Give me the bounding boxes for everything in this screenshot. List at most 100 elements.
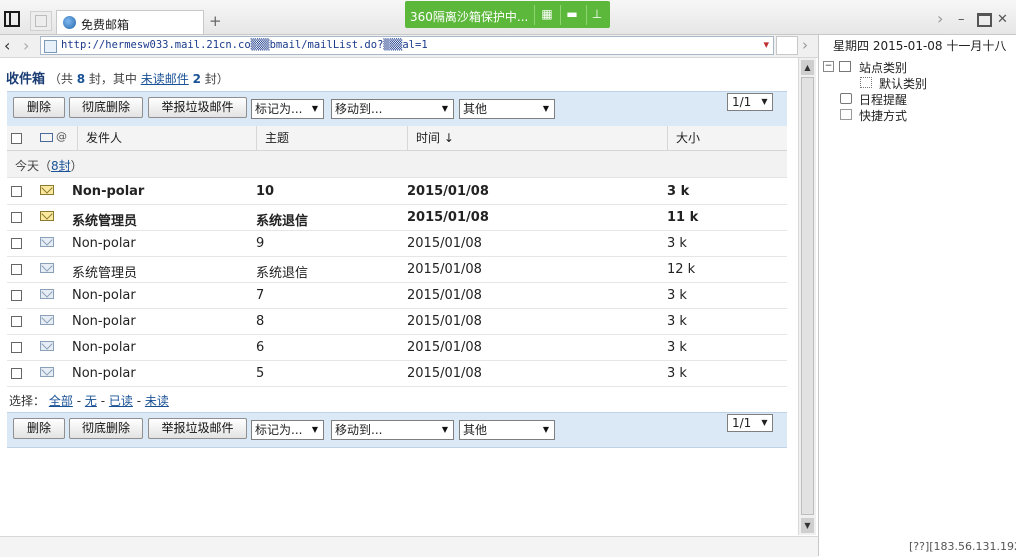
- browser-tab-active[interactable]: 免费邮箱: [56, 10, 204, 34]
- select-none-link[interactable]: 无: [85, 394, 97, 408]
- row-checkbox[interactable]: [11, 264, 22, 275]
- row-sender[interactable]: Non-polar: [72, 288, 136, 303]
- select-all-checkbox[interactable]: [11, 133, 22, 144]
- separator: -: [100, 394, 106, 408]
- row-subject[interactable]: 5: [256, 366, 264, 381]
- row-subject[interactable]: 9: [256, 236, 264, 251]
- close-button[interactable]: ✕: [997, 12, 1008, 27]
- back-arrow-icon[interactable]: ‹: [4, 36, 10, 55]
- address-extra-box[interactable]: [776, 36, 798, 55]
- column-time[interactable]: 时间 ↓: [407, 126, 454, 150]
- move-to-select[interactable]: 移动到... ▼: [331, 99, 454, 119]
- column-size[interactable]: 大小: [667, 126, 700, 150]
- row-sender[interactable]: Non-polar: [72, 314, 136, 329]
- tree-item-default-category[interactable]: 默认类别: [879, 75, 927, 92]
- restore-button[interactable]: [977, 13, 992, 27]
- row-size: 3 k: [667, 366, 687, 381]
- column-sender[interactable]: 发件人: [77, 126, 122, 150]
- chevron-right-icon[interactable]: ›: [937, 9, 943, 28]
- sidebar-toggle-icon[interactable]: [4, 11, 20, 27]
- scroll-thumb[interactable]: [801, 77, 814, 515]
- table-row[interactable]: 系统管理员 系统退信 2015/01/08 11 k: [7, 204, 787, 231]
- sandbox-manage-icon[interactable]: ▦: [539, 6, 555, 22]
- chevron-down-icon[interactable]: ▾: [763, 38, 769, 51]
- category-icon: [860, 77, 872, 88]
- calendar-icon: [840, 93, 852, 104]
- url-input[interactable]: http://hermesw033.mail.21cn.co▒▒▒bmail/m…: [40, 36, 774, 55]
- select-unread-link[interactable]: 未读: [145, 394, 169, 408]
- separator: -: [136, 394, 142, 408]
- row-subject[interactable]: 6: [256, 340, 264, 355]
- page-icon: [44, 40, 57, 53]
- tree-collapse-icon[interactable]: −: [823, 61, 834, 72]
- go-arrow-icon[interactable]: ›: [802, 36, 808, 54]
- report-spam-button[interactable]: 举报垃圾邮件: [148, 418, 247, 439]
- table-row[interactable]: 系统管理员 系统退信 2015/01/08 12 k: [7, 256, 787, 283]
- tree-item-site-category[interactable]: 站点类别: [859, 59, 907, 76]
- other-select[interactable]: 其他 ▼: [459, 420, 555, 440]
- right-sidebar: 星期四 2015-01-08 十一月十八 − 站点类别 默认类别 日程提醒 快捷…: [818, 35, 1016, 556]
- blank-tab[interactable]: [30, 11, 52, 31]
- table-row[interactable]: Non-polar 10 2015/01/08 3 k: [7, 178, 787, 205]
- sandbox-indicator: 360隔离沙箱保护中... ▦ ▬ ⊥: [405, 1, 610, 28]
- scroll-up-icon[interactable]: ▲: [801, 60, 814, 75]
- row-sender[interactable]: Non-polar: [72, 340, 136, 355]
- table-row[interactable]: Non-polar 7 2015/01/08 3 k: [7, 282, 787, 309]
- move-to-select[interactable]: 移动到... ▼: [331, 420, 454, 440]
- row-checkbox[interactable]: [11, 212, 22, 223]
- table-row[interactable]: Non-polar 8 2015/01/08 3 k: [7, 308, 787, 335]
- pin-icon[interactable]: ⊥: [589, 6, 605, 22]
- new-tab-button[interactable]: +: [209, 12, 222, 30]
- row-sender[interactable]: Non-polar: [72, 366, 136, 381]
- ip-address-status: [??][183.56.131.192]: [909, 540, 1016, 553]
- row-time: 2015/01/08: [407, 184, 489, 199]
- select-read-link[interactable]: 已读: [109, 394, 133, 408]
- select-all-link[interactable]: 全部: [49, 394, 73, 408]
- folder-icon[interactable]: ▬: [564, 6, 580, 22]
- row-subject[interactable]: 7: [256, 288, 264, 303]
- other-value: 其他: [463, 423, 488, 437]
- mark-as-select[interactable]: 标记为... ▼: [251, 420, 324, 440]
- url-text[interactable]: http://hermesw033.mail.21cn.co▒▒▒bmail/m…: [61, 39, 428, 51]
- row-subject[interactable]: 10: [256, 184, 274, 199]
- row-sender[interactable]: 系统管理员: [72, 210, 137, 229]
- delete-button[interactable]: 删除: [13, 97, 65, 118]
- dropdown-arrow-icon: ▼: [311, 425, 319, 434]
- group-count-link[interactable]: 8封: [51, 159, 71, 173]
- envelope-icon: [40, 263, 54, 273]
- row-checkbox[interactable]: [11, 368, 22, 379]
- table-row[interactable]: Non-polar 5 2015/01/08 3 k: [7, 360, 787, 387]
- row-checkbox[interactable]: [11, 342, 22, 353]
- tree-item-schedule[interactable]: 日程提醒: [859, 91, 907, 108]
- row-checkbox[interactable]: [11, 186, 22, 197]
- report-spam-button[interactable]: 举报垃圾邮件: [148, 97, 247, 118]
- row-subject[interactable]: 8: [256, 314, 264, 329]
- scroll-down-icon[interactable]: ▼: [801, 518, 814, 533]
- pager-select-top[interactable]: 1/1 ▼: [727, 93, 773, 111]
- delete-button[interactable]: 删除: [13, 418, 65, 439]
- row-sender[interactable]: Non-polar: [72, 236, 136, 251]
- other-select[interactable]: 其他 ▼: [459, 99, 555, 119]
- row-subject[interactable]: 系统退信: [256, 210, 308, 229]
- status-bar: [0, 536, 818, 557]
- row-subject[interactable]: 系统退信: [256, 262, 308, 281]
- unread-mail-link[interactable]: 未读邮件: [141, 72, 189, 86]
- tree-item-shortcuts[interactable]: 快捷方式: [859, 107, 907, 124]
- row-checkbox[interactable]: [11, 290, 22, 301]
- purge-button[interactable]: 彻底删除: [69, 97, 143, 118]
- row-checkbox[interactable]: [11, 238, 22, 249]
- column-subject[interactable]: 主题: [256, 126, 289, 150]
- row-sender[interactable]: Non-polar: [72, 184, 144, 199]
- table-row[interactable]: Non-polar 6 2015/01/08 3 k: [7, 334, 787, 361]
- row-checkbox[interactable]: [11, 316, 22, 327]
- purge-button[interactable]: 彻底删除: [69, 418, 143, 439]
- table-row[interactable]: Non-polar 9 2015/01/08 3 k: [7, 230, 787, 257]
- row-sender[interactable]: 系统管理员: [72, 262, 137, 281]
- forward-arrow-icon[interactable]: ›: [23, 36, 29, 55]
- date-display: 星期四 2015-01-08 十一月十八: [833, 39, 1007, 53]
- vertical-scrollbar[interactable]: ▲ ▼: [798, 58, 816, 535]
- sandbox-status-text: 360隔离沙箱保护中...: [410, 10, 529, 24]
- mark-as-select[interactable]: 标记为... ▼: [251, 99, 324, 119]
- minimize-button[interactable]: –: [958, 12, 965, 27]
- pager-select-bottom[interactable]: 1/1 ▼: [727, 414, 773, 432]
